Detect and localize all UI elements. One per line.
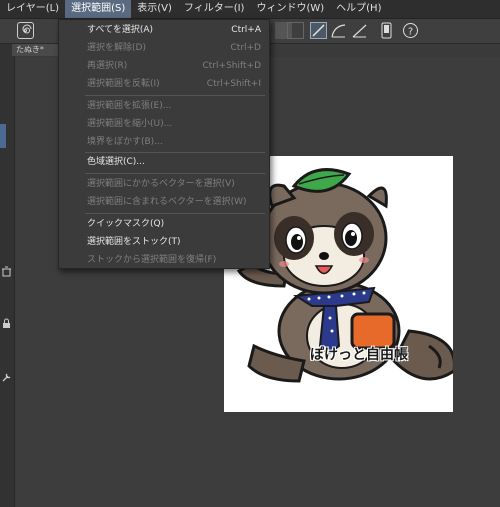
menu-item-select-all[interactable]: すべてを選択(A) Ctrl+A <box>59 21 269 39</box>
menu-item-select-overlapping-vectors[interactable]: 選択範囲にかかるベクターを選択(V) <box>59 175 269 193</box>
menu-item-select-contained-vectors[interactable]: 選択範囲に含まれるベクターを選択(W) <box>59 193 269 211</box>
menu-help[interactable]: ヘルプ(H) <box>330 0 387 18</box>
trash-icon[interactable] <box>1 266 12 277</box>
menu-window[interactable]: ウィンドウ(W) <box>250 0 330 18</box>
phone-icon[interactable] <box>378 22 395 39</box>
menu-item-reselect[interactable]: 再選択(R) Ctrl+Shift+D <box>59 57 269 75</box>
artwork-caption: ぽけっと自由帳 <box>310 347 408 363</box>
wrench-icon[interactable] <box>1 372 12 383</box>
menu-item-label: 選択を解除(D) <box>87 43 146 53</box>
document-tab[interactable]: たぬき* <box>12 44 60 56</box>
lock-icon[interactable] <box>1 318 12 329</box>
menu-item-label: 選択範囲に含まれるベクターを選択(W) <box>87 197 247 207</box>
menu-item-expand-selection[interactable]: 選択範囲を拡張(E)... <box>59 97 269 115</box>
menu-item-restore-from-stock[interactable]: ストックから選択範囲を復帰(F) <box>59 251 269 269</box>
menu-item-shortcut: Ctrl+Shift+I <box>206 79 261 89</box>
spiral-icon[interactable] <box>17 22 34 39</box>
menu-item-label: 選択範囲を縮小(U)... <box>87 119 173 129</box>
menu-item-quick-mask[interactable]: クイックマスク(Q) <box>59 215 269 233</box>
menu-view[interactable]: 表示(V) <box>131 0 178 18</box>
menu-separator <box>85 173 265 174</box>
menu-filter[interactable]: フィルター(I) <box>178 0 251 18</box>
menu-separator <box>85 213 265 214</box>
menu-item-blur-border[interactable]: 境界をぼかす(B)... <box>59 133 269 151</box>
selection-dropdown-menu: すべてを選択(A) Ctrl+A 選択を解除(D) Ctrl+D 再選択(R) … <box>58 19 270 269</box>
menu-item-shrink-selection[interactable]: 選択範囲を縮小(U)... <box>59 115 269 133</box>
menu-item-label: 選択範囲をストック(T) <box>87 237 181 247</box>
menu-item-shortcut: Ctrl+A <box>231 25 261 35</box>
toolbar-button[interactable] <box>287 22 304 39</box>
menu-item-label: 選択範囲を拡張(E)... <box>87 101 172 111</box>
menu-layer[interactable]: レイヤー(L) <box>0 0 65 18</box>
panel-selection-marker <box>0 124 6 148</box>
menu-item-color-range[interactable]: 色域選択(C)... <box>59 153 269 171</box>
menu-selection[interactable]: 選択範囲(S) <box>65 0 132 18</box>
menu-separator <box>85 95 265 96</box>
menu-item-label: クイックマスク(Q) <box>87 219 165 229</box>
left-panel <box>0 44 15 507</box>
menu-bar: レイヤー(L) 選択範囲(S) 表示(V) フィルター(I) ウィンドウ(W) … <box>0 0 500 19</box>
menu-item-label: 境界をぼかす(B)... <box>87 137 163 147</box>
curve-tool-icon[interactable] <box>330 22 347 39</box>
pen-tool-icon[interactable] <box>310 22 327 39</box>
menu-item-label: ストックから選択範囲を復帰(F) <box>87 255 217 265</box>
menu-item-deselect[interactable]: 選択を解除(D) Ctrl+D <box>59 39 269 57</box>
menu-item-invert-selection[interactable]: 選択範囲を反転(I) Ctrl+Shift+I <box>59 75 269 93</box>
menu-item-shortcut: Ctrl+D <box>230 43 262 53</box>
svg-text:?: ? <box>408 27 413 38</box>
menu-item-label: すべてを選択(A) <box>87 25 154 35</box>
menu-item-label: 選択範囲を反転(I) <box>87 79 160 89</box>
menu-item-stock-selection[interactable]: 選択範囲をストック(T) <box>59 233 269 251</box>
menu-item-label: 再選択(R) <box>87 61 128 71</box>
menu-item-label: 色域選択(C)... <box>87 157 145 167</box>
help-icon[interactable]: ? <box>402 22 419 39</box>
menu-item-shortcut: Ctrl+Shift+D <box>202 61 261 71</box>
ruler-tool-icon[interactable] <box>351 22 368 39</box>
menu-item-label: 選択範囲にかかるベクターを選択(V) <box>87 179 235 189</box>
